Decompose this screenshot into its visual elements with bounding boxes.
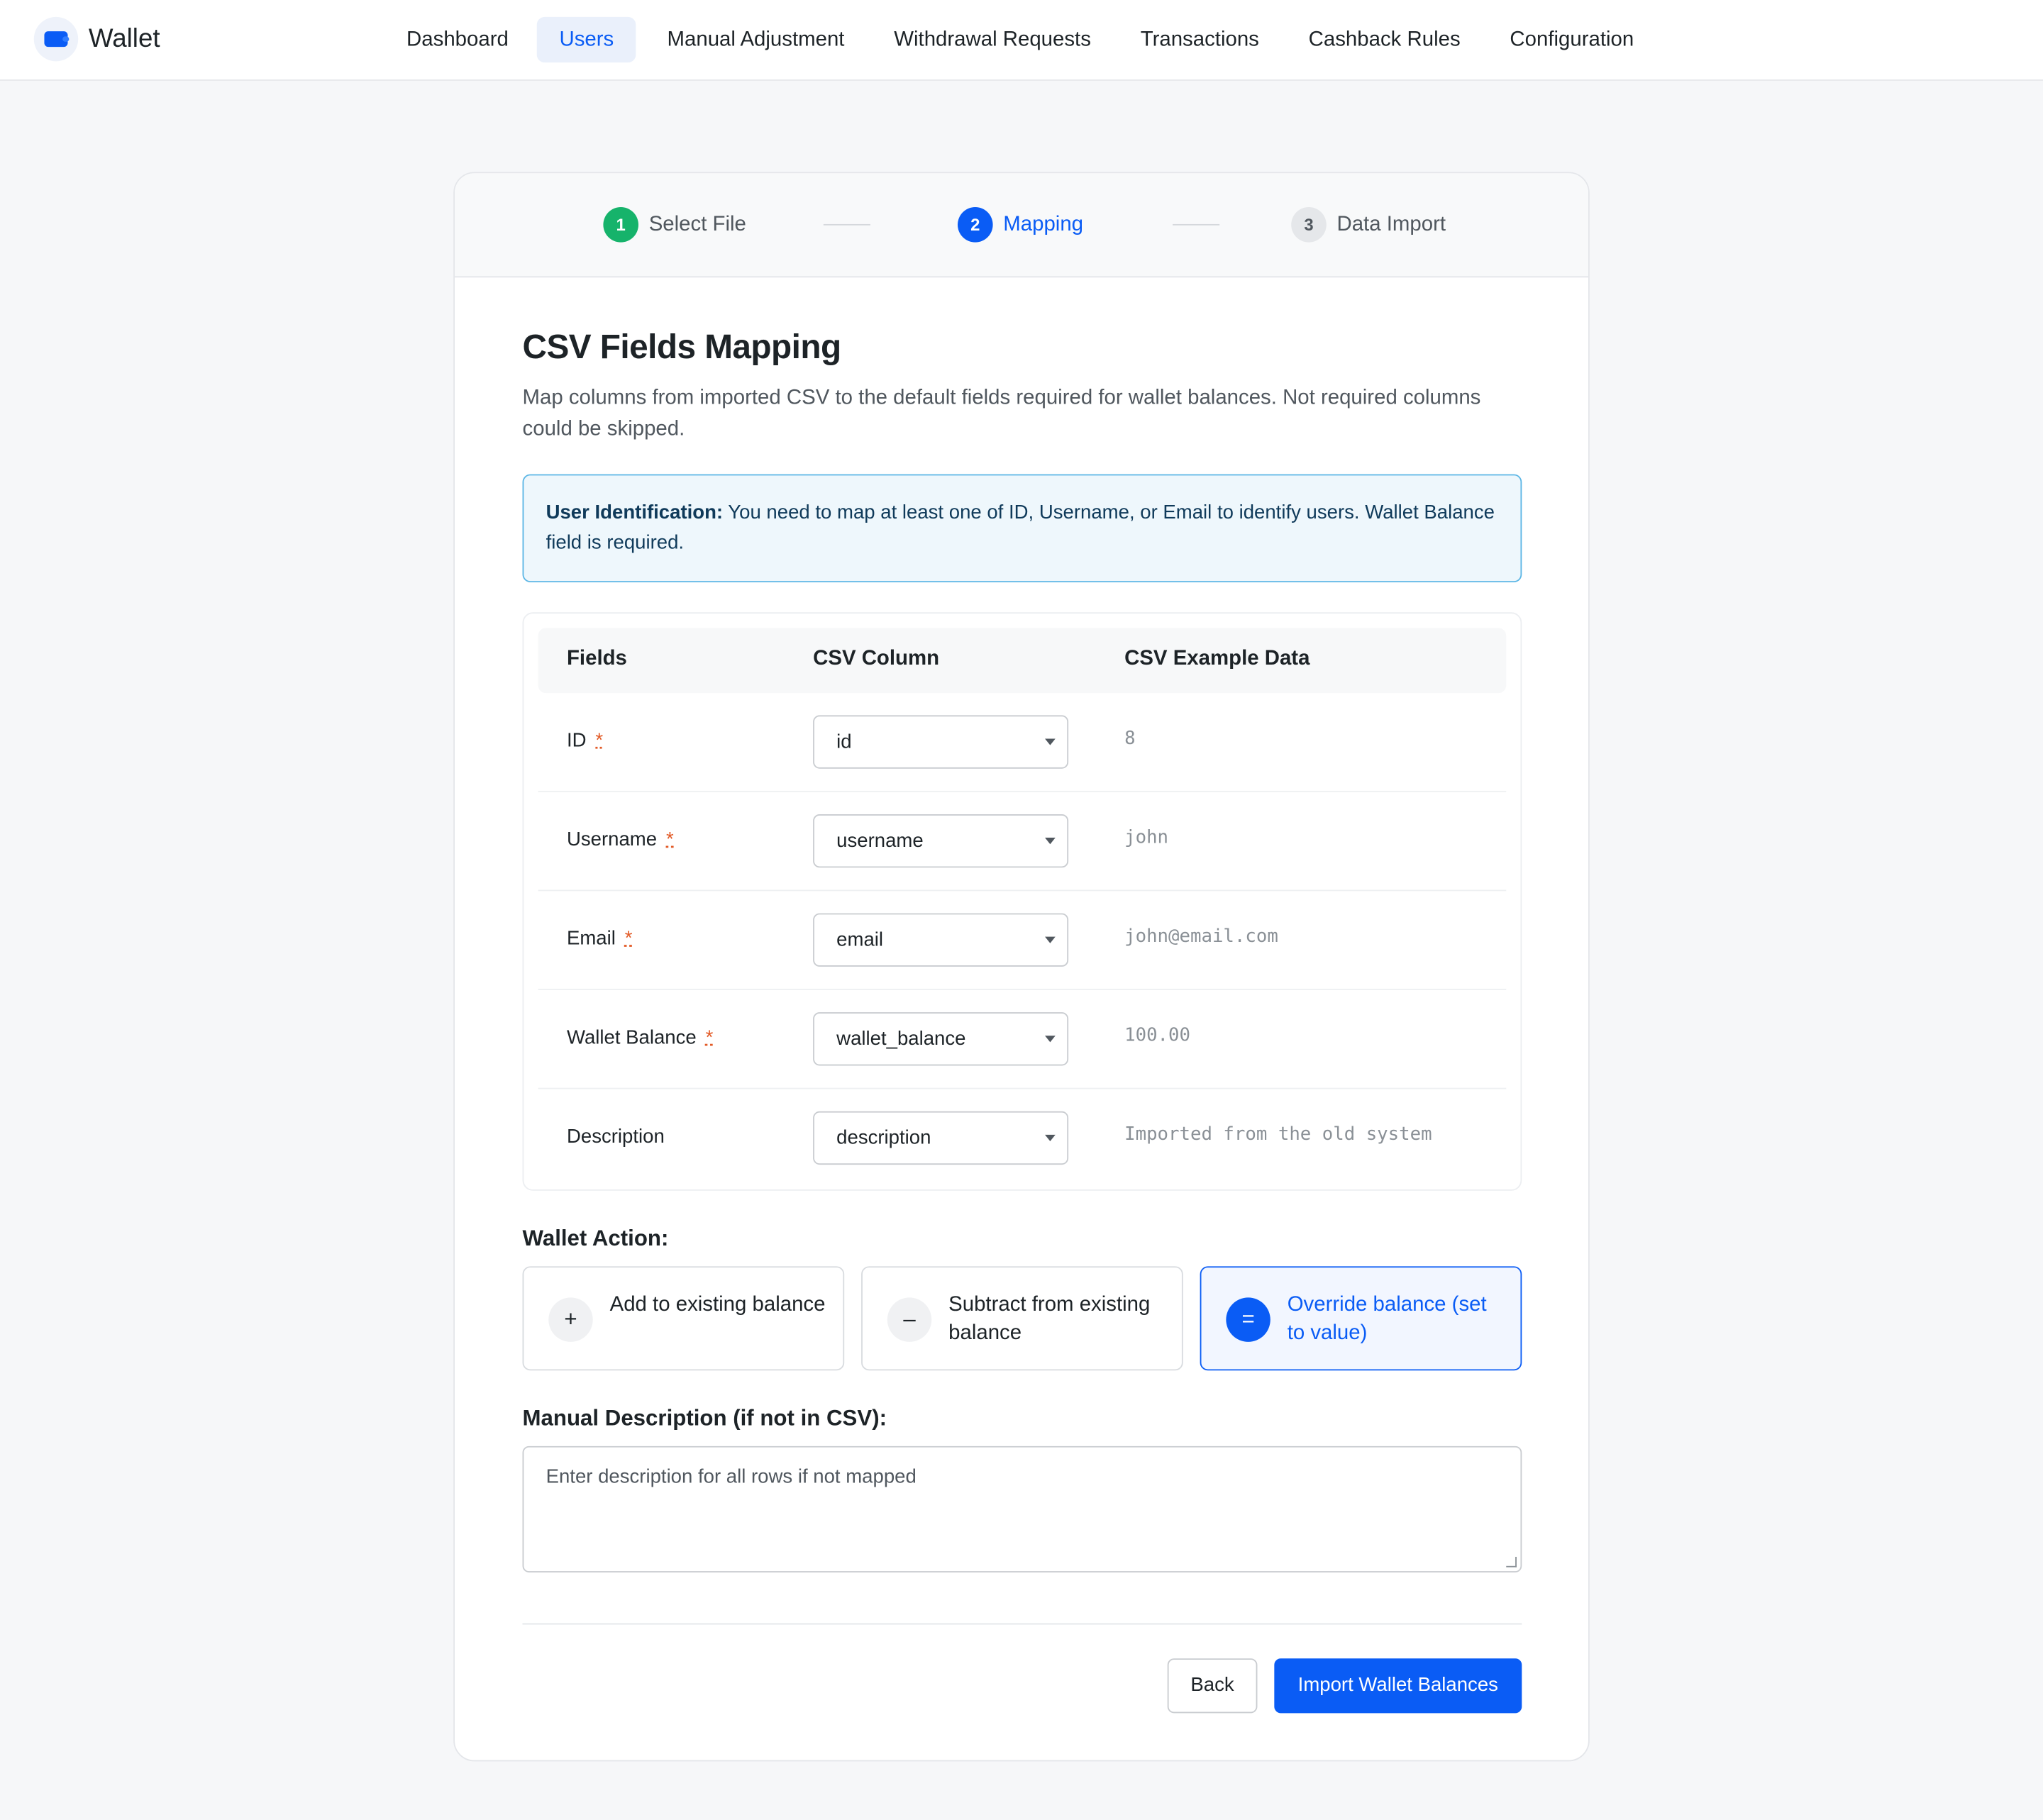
wallet-action-label: Override balance (set to value): [1287, 1293, 1487, 1345]
footer-divider: [522, 1623, 1522, 1625]
wallet-action-label: Wallet Action:: [522, 1226, 669, 1251]
field-label: Username *: [566, 828, 674, 851]
back-button[interactable]: Back: [1167, 1658, 1258, 1714]
field-label: Wallet Balance *: [566, 1026, 714, 1049]
notice-label: User Identification:: [546, 501, 724, 524]
table-row: Username * username john: [538, 792, 1507, 892]
step-divider: [823, 223, 870, 226]
table-header: Fields CSV Column CSV Example Data: [538, 628, 1507, 694]
table-row: Wallet Balance * wallet_balance 100.00: [538, 990, 1507, 1089]
wallet-icon: [33, 16, 79, 62]
field-label: Email *: [566, 927, 633, 950]
mapping-content: CSV Fields Mapping Map columns from impo…: [522, 327, 1522, 1714]
import-card: 1 Select File 2 Mapping 3 Data Import CS…: [453, 172, 1590, 1762]
csv-column-select-email[interactable]: email: [813, 913, 1069, 967]
csv-column-select-username[interactable]: username: [813, 814, 1069, 868]
step-data-import: 3 Data Import: [1291, 207, 1446, 243]
manual-description-input[interactable]: Enter description for all rows if not ma…: [522, 1446, 1522, 1572]
csv-example-value: 8: [1124, 728, 1136, 750]
wallet-action-subtract[interactable]: – Subtract from existing balance: [861, 1266, 1183, 1371]
minus-icon: –: [887, 1297, 932, 1342]
chevron-down-icon: [1045, 838, 1056, 845]
import-stepper: 1 Select File 2 Mapping 3 Data Import: [455, 173, 1588, 278]
nav-item-dashboard[interactable]: Dashboard: [388, 17, 526, 62]
chevron-down-icon: [1045, 1036, 1056, 1043]
csv-example-value: john: [1124, 827, 1169, 848]
manual-description-placeholder: Enter description for all rows if not ma…: [546, 1465, 917, 1488]
top-navigation-bar: Wallet Dashboard Users Manual Adjustment…: [0, 0, 2043, 81]
wallet-action-label: Subtract from existing balance: [948, 1293, 1151, 1345]
chevron-down-icon: [1045, 936, 1056, 943]
step-label: Data Import: [1336, 213, 1446, 235]
table-row: ID * id 8: [538, 693, 1507, 792]
nav-item-transactions[interactable]: Transactions: [1122, 17, 1278, 62]
mapping-table: Fields CSV Column CSV Example Data ID * i…: [522, 612, 1522, 1191]
step-number: 2: [958, 207, 993, 243]
step-divider: [1173, 223, 1220, 226]
step-number: 3: [1291, 207, 1327, 243]
wallet-action-options: + Add to existing balance – Subtract fro…: [522, 1266, 1522, 1371]
step-select-file: 1 Select File: [603, 207, 746, 243]
required-marker: *: [705, 1026, 714, 1049]
csv-example-value: 100.00: [1124, 1025, 1191, 1046]
brand[interactable]: Wallet: [33, 16, 160, 62]
form-footer: Back Import Wallet Balances: [523, 1658, 1522, 1714]
page-title: CSV Fields Mapping: [522, 327, 842, 367]
csv-column-select-description[interactable]: description: [813, 1111, 1069, 1165]
import-wallet-balances-button[interactable]: Import Wallet Balances: [1274, 1658, 1522, 1714]
field-label: ID *: [566, 729, 604, 752]
step-label: Mapping: [1003, 213, 1084, 235]
equals-icon: =: [1226, 1297, 1270, 1342]
page-subtitle: Map columns from imported CSV to the def…: [522, 387, 1481, 440]
page-root: Wallet Dashboard Users Manual Adjustment…: [0, 0, 2043, 1820]
required-marker: *: [595, 729, 604, 752]
app-name: Wallet: [88, 23, 160, 53]
required-marker: *: [624, 927, 633, 950]
chevron-down-icon: [1045, 1134, 1056, 1142]
nav-item-users[interactable]: Users: [537, 16, 636, 63]
csv-example-value: john@email.com: [1124, 926, 1278, 948]
required-marker: *: [665, 828, 674, 851]
nav-item-manual-adjustment[interactable]: Manual Adjustment: [649, 17, 863, 62]
header-csv-example: CSV Example Data: [1124, 647, 1310, 670]
table-row: Email * email john@email.com: [538, 891, 1507, 990]
main-nav: Dashboard Users Manual Adjustment Withdr…: [388, 16, 1665, 63]
wallet-action-add[interactable]: + Add to existing balance: [522, 1266, 845, 1371]
header-csv-column: CSV Column: [813, 647, 940, 670]
csv-column-select-id[interactable]: id: [813, 715, 1069, 769]
manual-description-label: Manual Description (if not in CSV):: [522, 1405, 887, 1431]
wallet-action-override[interactable]: = Override balance (set to value): [1200, 1266, 1522, 1371]
plus-icon: +: [548, 1297, 593, 1342]
step-label: Select File: [648, 213, 746, 235]
wallet-action-label: Add to existing balance: [609, 1293, 826, 1316]
field-label: Description: [566, 1125, 665, 1148]
resize-handle-icon[interactable]: [1506, 1556, 1517, 1567]
nav-item-withdrawal-requests[interactable]: Withdrawal Requests: [876, 17, 1109, 62]
table-row: Description description Imported from th…: [538, 1089, 1507, 1189]
nav-item-configuration[interactable]: Configuration: [1492, 17, 1652, 62]
step-number: 1: [603, 207, 639, 243]
chevron-down-icon: [1045, 738, 1056, 745]
nav-item-cashback-rules[interactable]: Cashback Rules: [1290, 17, 1478, 62]
csv-example-value: Imported from the old system: [1124, 1124, 1432, 1145]
step-mapping: 2 Mapping: [958, 207, 1083, 243]
csv-column-select-wallet-balance[interactable]: wallet_balance: [813, 1012, 1069, 1066]
user-identification-notice: User Identification: You need to map at …: [522, 474, 1522, 583]
header-fields: Fields: [566, 647, 627, 670]
